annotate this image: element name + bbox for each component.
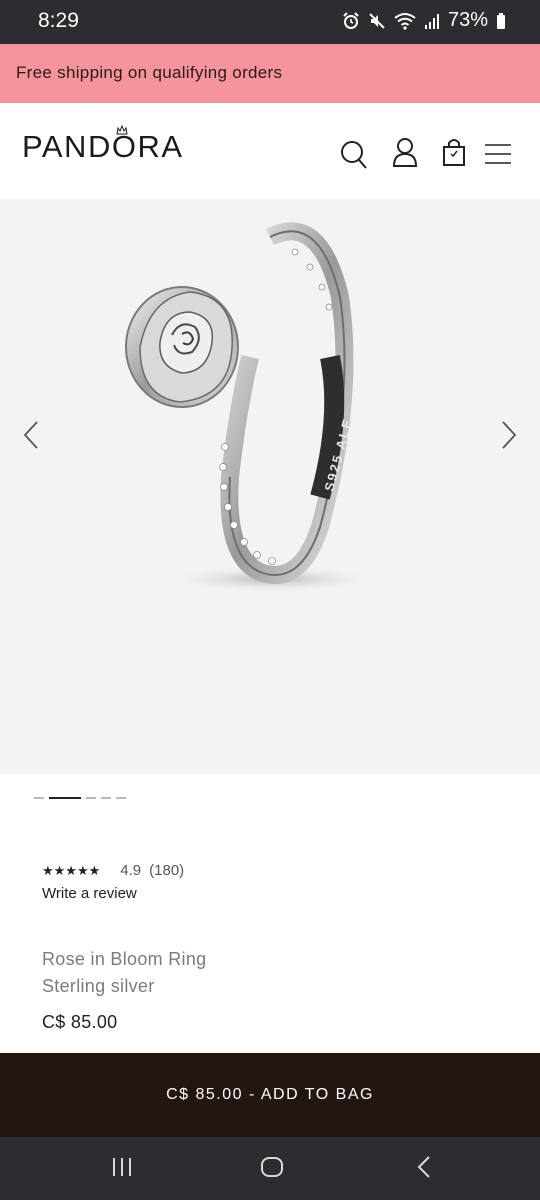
site-header: PANDORA	[0, 103, 540, 199]
status-time: 8:29	[38, 9, 79, 32]
mute-icon	[369, 12, 385, 29]
menu-icon[interactable]	[484, 143, 512, 165]
promo-text: Free shipping on qualifying orders	[16, 63, 283, 82]
alarm-icon	[343, 11, 359, 29]
product-image: S925 ALE	[125, 222, 382, 593]
product-gallery[interactable]: S925 ALE	[0, 199, 540, 774]
rating-value: 4.9	[120, 862, 142, 879]
promo-banner[interactable]: Free shipping on qualifying orders	[0, 44, 540, 103]
carousel-dot[interactable]	[86, 797, 96, 799]
back-icon[interactable]	[414, 1155, 434, 1179]
battery-icon	[497, 12, 505, 29]
battery-percent: 73%	[447, 9, 488, 31]
write-review-link[interactable]: Write a review	[42, 885, 137, 902]
product-name: Rose in Bloom Ring	[42, 949, 207, 969]
home-icon[interactable]	[260, 1155, 284, 1179]
crown-icon	[116, 125, 128, 135]
recent-apps-icon[interactable]	[110, 1155, 134, 1179]
search-icon[interactable]	[340, 139, 368, 169]
pandora-logo[interactable]: PANDORA	[22, 129, 184, 165]
add-to-bag-button[interactable]: C$ 85.00 - ADD TO BAG	[0, 1053, 540, 1137]
review-count: (180)	[149, 862, 185, 879]
account-icon[interactable]	[392, 137, 418, 167]
carousel-dot[interactable]	[34, 797, 44, 799]
product-price: C$ 85.00	[42, 1012, 118, 1032]
chevron-left-icon[interactable]	[22, 419, 40, 451]
carousel-dot[interactable]	[116, 797, 126, 799]
star-rating-icon: ★★★★★	[42, 862, 101, 878]
system-nav-bar	[0, 1137, 540, 1200]
wifi-icon	[394, 12, 416, 30]
carousel-dot-active[interactable]	[49, 797, 81, 799]
product-material: Sterling silver	[42, 976, 155, 996]
status-bar: 8:29 73%	[0, 0, 540, 44]
chevron-right-icon[interactable]	[500, 419, 518, 451]
carousel-indicators	[34, 797, 126, 799]
bag-icon[interactable]	[442, 137, 466, 167]
product-rating[interactable]: ★★★★★ 4.9 (180)	[42, 862, 184, 879]
carousel-dot[interactable]	[101, 797, 111, 799]
status-icons: 73%	[342, 9, 506, 32]
signal-icon	[424, 13, 439, 29]
